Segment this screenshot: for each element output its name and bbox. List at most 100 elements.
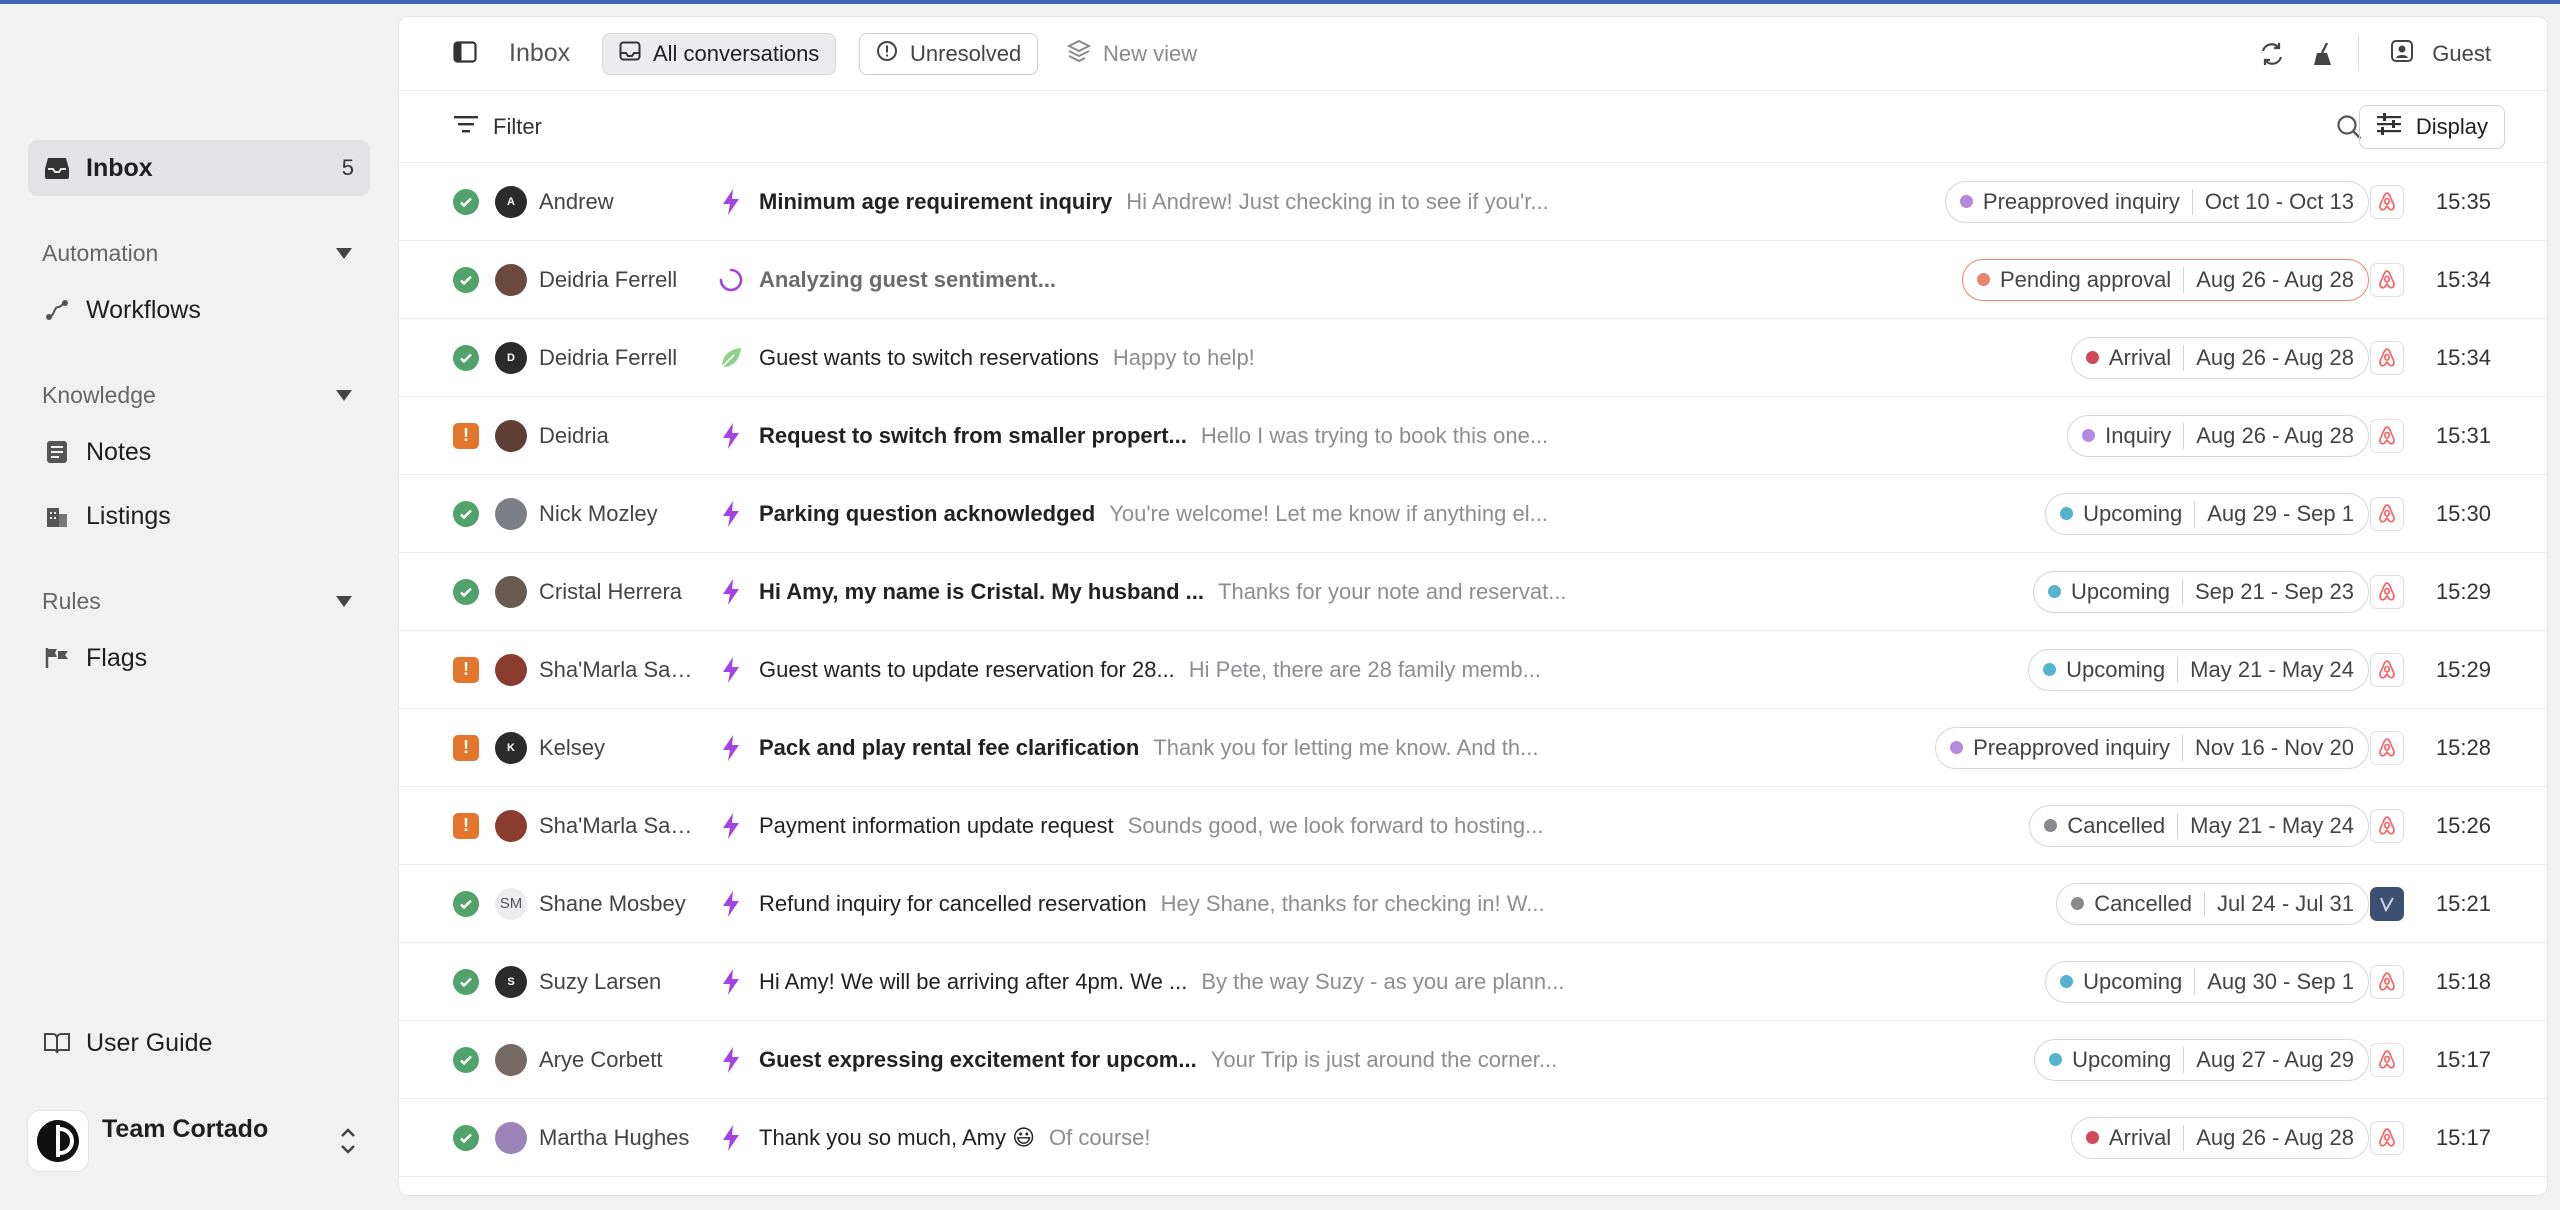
reservation-status: Inquiry <box>2105 422 2172 448</box>
refresh-icon[interactable] <box>2259 41 2285 67</box>
status-dot <box>2085 1131 2099 1144</box>
workflow-icon <box>42 295 72 325</box>
reservation-dates: Aug 26 - Aug 28 <box>2196 266 2354 292</box>
section-label: Rules <box>42 588 101 614</box>
guest-name: Shane Mosbey <box>539 890 686 916</box>
caret-down-icon <box>336 596 352 607</box>
user-guide-link[interactable]: User Guide <box>28 1028 212 1058</box>
reservation-pill[interactable]: Arrival Aug 26 - Aug 28 <box>2070 1116 2369 1159</box>
resolved-check-icon <box>453 1124 479 1151</box>
message-time: 15:26 <box>2435 812 2491 838</box>
message-summary: Guest wants to update reservation for 28… <box>759 657 1541 683</box>
reservation-pill[interactable]: Upcoming Aug 30 - Sep 1 <box>2045 960 2369 1003</box>
bolt-icon <box>717 422 745 450</box>
pill-divider <box>2183 266 2185 293</box>
pill-divider <box>2183 1124 2185 1151</box>
reservation-pill[interactable]: Upcoming Aug 27 - Aug 29 <box>2034 1038 2369 1081</box>
conversation-subject: Guest wants to update reservation for 28… <box>759 656 1175 682</box>
conversation-subject: Thank you so much, Amy 😃 <box>759 1124 1036 1150</box>
message-summary: Thank you so much, Amy 😃 Of course! <box>759 1125 1151 1151</box>
display-label: Display <box>2415 114 2488 139</box>
message-time: 15:34 <box>2435 266 2491 292</box>
guest-name: Deidria Ferrell <box>539 266 678 292</box>
user-badge-icon <box>2390 39 2414 69</box>
sidebar: Inbox 5 Automation Workflows Knowledge N… <box>0 4 396 1210</box>
page-title: Inbox <box>509 39 571 67</box>
status-dot <box>2047 585 2061 598</box>
pill-divider <box>2204 890 2206 917</box>
sidebar-toggle-icon[interactable] <box>453 41 477 63</box>
reservation-dates: May 21 - May 24 <box>2190 656 2354 682</box>
bolt-icon <box>717 1046 745 1074</box>
filter-button[interactable]: Filter <box>453 113 542 141</box>
sidebar-item-inbox[interactable]: Inbox 5 <box>28 140 370 196</box>
pill-divider <box>2183 422 2185 449</box>
sidebar-item-label: Listings <box>86 501 171 530</box>
conversation-row[interactable]: Nick Mozley Parking question acknowledge… <box>399 475 2547 553</box>
message-summary: Refund inquiry for cancelled reservation… <box>759 891 1545 917</box>
reservation-pill[interactable]: Preapproved inquiry Nov 16 - Nov 20 <box>1935 726 2369 769</box>
bolt-icon <box>717 1124 745 1152</box>
status-dot <box>2060 507 2074 520</box>
pill-divider <box>2194 500 2196 527</box>
conversation-row[interactable]: ! Sha'Marla Sam... Guest wants to update… <box>399 631 2547 709</box>
reservation-pill[interactable]: Upcoming Sep 21 - Sep 23 <box>2032 570 2369 613</box>
sidebar-item-flags[interactable]: Flags <box>28 630 370 686</box>
reservation-pill[interactable]: Pending approval Aug 26 - Aug 28 <box>1961 258 2369 301</box>
conversation-row[interactable]: Martha Hughes Thank you so much, Amy 😃 O… <box>399 1099 2547 1177</box>
conversation-subject: Minimum age requirement inquiry <box>759 188 1113 214</box>
user-guide-label: User Guide <box>86 1028 213 1057</box>
conversation-row[interactable]: D Deidria Ferrell Guest wants to switch … <box>399 319 2547 397</box>
tab-all-conversations[interactable]: All conversations <box>602 33 837 75</box>
reservation-status: Arrival <box>2108 1124 2172 1150</box>
sidebar-item-workflows[interactable]: Workflows <box>28 282 370 338</box>
conversation-row[interactable]: S Suzy Larsen Hi Amy! We will be arrivin… <box>399 943 2547 1021</box>
pill-divider <box>2183 1046 2185 1073</box>
section-label: Automation <box>42 240 159 266</box>
conversation-row[interactable]: Deidria Ferrell Analyzing guest sentimen… <box>399 241 2547 319</box>
status-dot <box>2043 663 2057 676</box>
spinner-icon <box>717 266 745 294</box>
section-automation[interactable]: Automation <box>42 240 352 267</box>
section-rules[interactable]: Rules <box>42 588 352 615</box>
guest-name: Sha'Marla Sam... <box>539 812 707 838</box>
reservation-pill[interactable]: Cancelled Jul 24 - Jul 31 <box>2056 882 2369 925</box>
sidebar-item-listings[interactable]: Listings <box>28 488 370 544</box>
resolved-check-icon <box>453 578 479 605</box>
status-dot <box>2044 819 2058 832</box>
user-label: Guest <box>2432 41 2491 66</box>
tab-new-view[interactable]: New view <box>1051 33 1213 75</box>
message-summary: Minimum age requirement inquiry Hi Andre… <box>759 189 1549 215</box>
conversation-row[interactable]: Arye Corbett Guest expressing excitement… <box>399 1021 2547 1099</box>
reservation-status: Arrival <box>2108 344 2172 370</box>
sidebar-item-notes[interactable]: Notes <box>28 424 370 480</box>
conversation-row[interactable]: Cristal Herrera Hi Amy, my name is Crist… <box>399 553 2547 631</box>
reservation-pill[interactable]: Cancelled May 21 - May 24 <box>2029 804 2369 847</box>
status-dot <box>2082 429 2096 442</box>
guest-name: Deidria <box>539 422 609 448</box>
book-icon <box>42 1028 72 1058</box>
team-switcher[interactable]: Team Cortado <box>28 1104 370 1178</box>
message-time: 15:34 <box>2435 344 2491 370</box>
reservation-pill[interactable]: Preapproved inquiry Oct 10 - Oct 13 <box>1944 180 2369 223</box>
conversation-subject: Analyzing guest sentiment... <box>759 266 1057 292</box>
display-button[interactable]: Display <box>2358 105 2505 149</box>
toolbar-divider <box>2358 35 2359 71</box>
conversation-row[interactable]: ! Deidria Request to switch from smaller… <box>399 397 2547 475</box>
guest-user-menu[interactable]: Guest <box>2390 39 2491 69</box>
conversation-row[interactable]: A Andrew Minimum age requirement inquiry… <box>399 163 2547 241</box>
broom-icon[interactable] <box>2311 41 2337 67</box>
reservation-pill[interactable]: Arrival Aug 26 - Aug 28 <box>2070 336 2369 379</box>
reservation-pill[interactable]: Upcoming May 21 - May 24 <box>2028 648 2369 691</box>
reservation-pill[interactable]: Inquiry Aug 26 - Aug 28 <box>2067 414 2369 457</box>
tab-unresolved[interactable]: Unresolved <box>859 33 1039 75</box>
section-knowledge[interactable]: Knowledge <box>42 382 352 409</box>
bolt-icon <box>717 734 745 762</box>
conversation-row[interactable]: ! Sha'Marla Sam... Payment information u… <box>399 787 2547 865</box>
filter-icon <box>453 113 479 141</box>
conversation-row[interactable]: SM Shane Mosbey Refund inquiry for cance… <box>399 865 2547 943</box>
message-time: 15:28 <box>2435 734 2491 760</box>
conversation-row[interactable]: ! K Kelsey Pack and play rental fee clar… <box>399 709 2547 787</box>
resolved-check-icon <box>453 968 479 995</box>
reservation-pill[interactable]: Upcoming Aug 29 - Sep 1 <box>2045 492 2369 535</box>
